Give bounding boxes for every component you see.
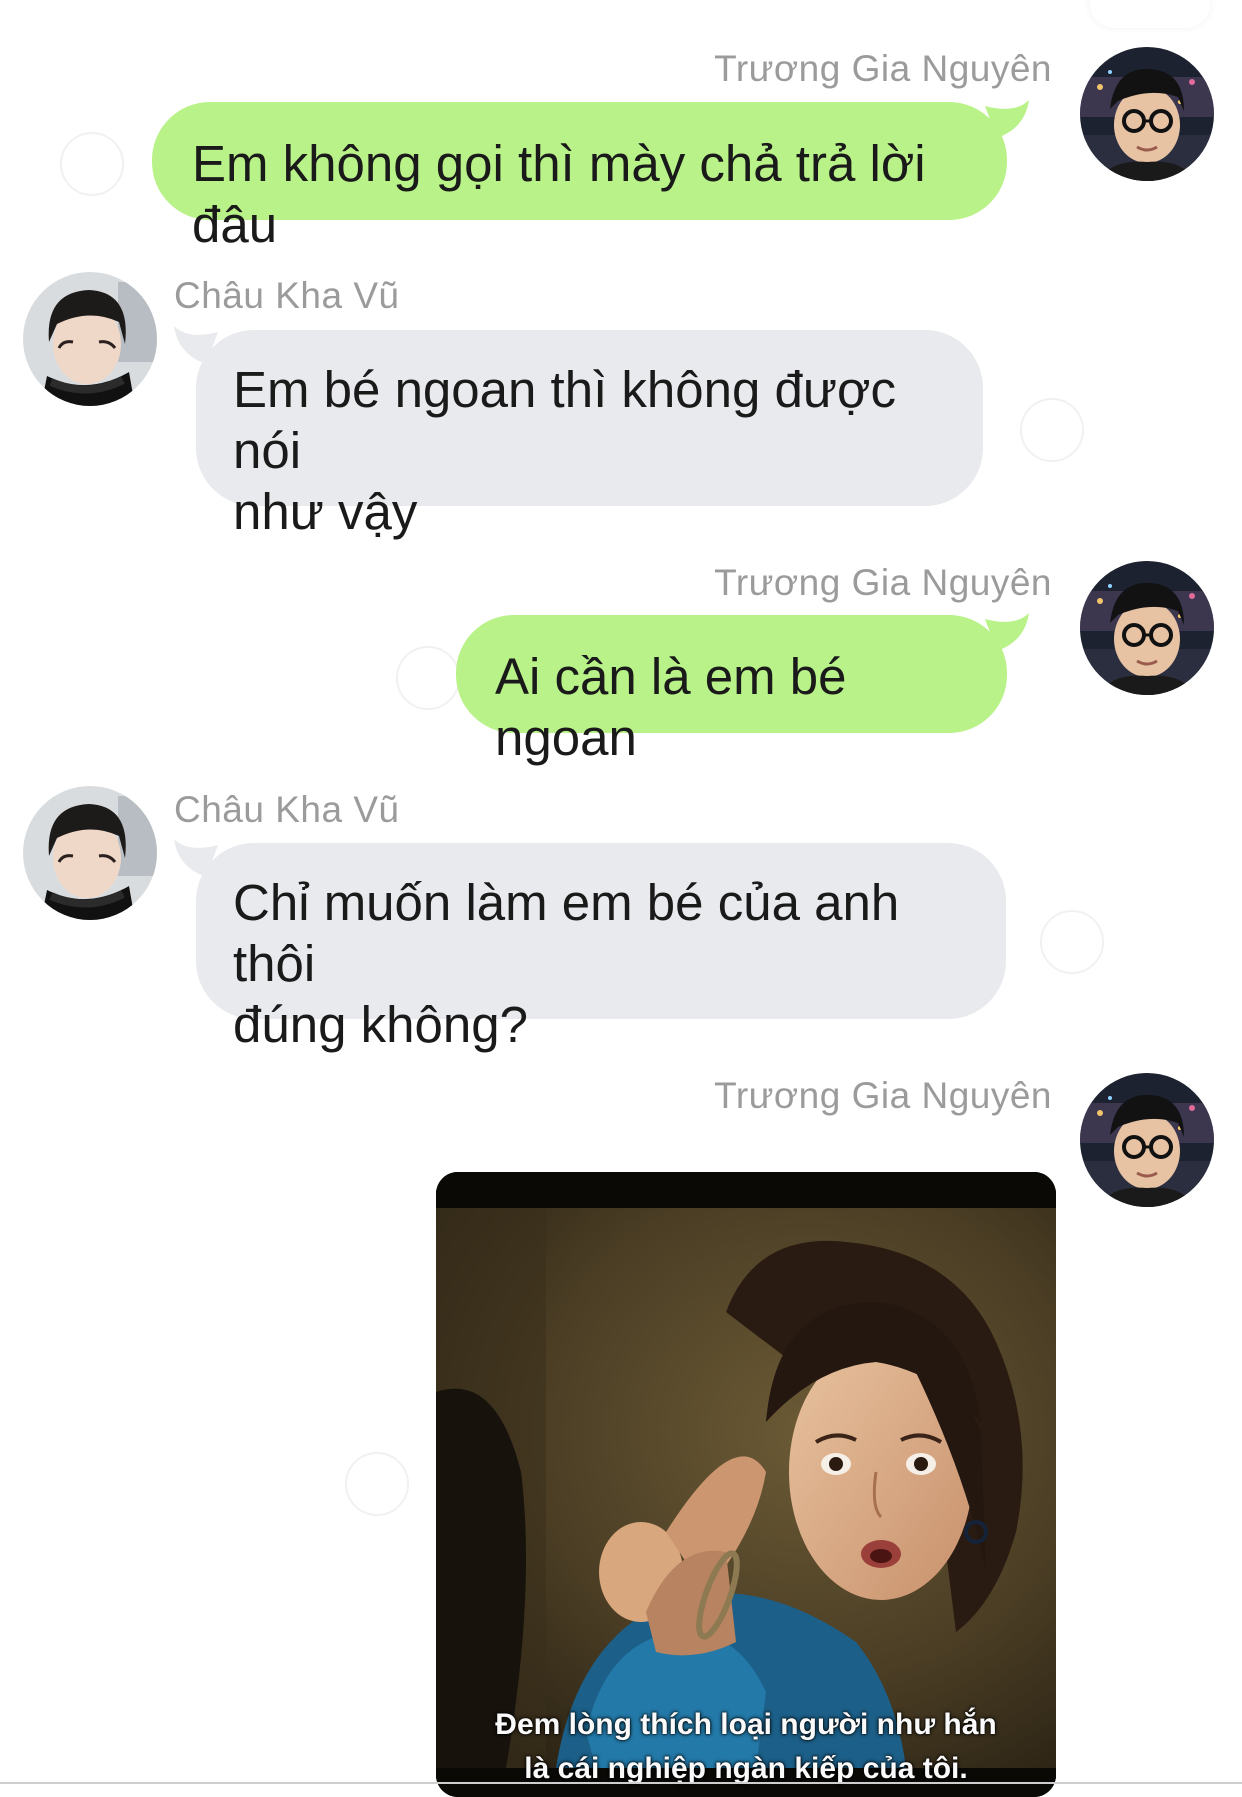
avatar[interactable] xyxy=(1080,561,1214,695)
divider xyxy=(0,1782,1242,1784)
message-text-line: Chỉ muốn làm em bé của anh thôi xyxy=(233,874,900,992)
avatar[interactable] xyxy=(1080,1073,1214,1207)
bubble-tail xyxy=(985,613,1029,651)
sender-name: Trương Gia Nguyên xyxy=(714,1075,1052,1116)
clock-icon[interactable] xyxy=(345,1452,409,1516)
avatar-masked-man-icon xyxy=(23,272,157,406)
avatar-glasses-man-icon xyxy=(1080,1073,1214,1207)
plus-icon[interactable] xyxy=(1040,910,1104,974)
message-text: Ai cần là em bé ngoan xyxy=(495,648,847,766)
image-message[interactable]: Đem lòng thích loại người như hắn là cái… xyxy=(436,1172,1056,1797)
plus-icon[interactable] xyxy=(1020,398,1084,462)
subtitle-line: là cái nghiệp ngàn kiếp của tôi. xyxy=(524,1752,968,1785)
avatar-glasses-man-icon xyxy=(1080,47,1214,181)
avatar[interactable] xyxy=(1080,47,1214,181)
avatar-glasses-man-icon xyxy=(1080,561,1214,695)
sender-name: Châu Kha Vũ xyxy=(174,789,400,830)
message-text: Em không gọi thì mày chả trả lời đâu xyxy=(192,135,926,253)
message-bubble[interactable]: Chỉ muốn làm em bé của anh thôi đúng khô… xyxy=(196,843,1006,1053)
sender-name: Trương Gia Nguyên xyxy=(714,48,1052,89)
message-bubble[interactable]: Ai cần là em bé ngoan xyxy=(456,615,1007,766)
bubble-tail xyxy=(985,100,1029,138)
message-text-line: như vậy xyxy=(233,483,418,540)
message-text-line: đúng không? xyxy=(233,996,528,1053)
plus-icon[interactable] xyxy=(60,132,124,196)
message-bubble[interactable]: Em bé ngoan thì không được nói như vậy xyxy=(196,330,983,540)
avatar[interactable] xyxy=(23,786,157,920)
avatar[interactable] xyxy=(23,272,157,406)
message-bubble[interactable]: Em không gọi thì mày chả trả lời đâu xyxy=(152,102,1007,253)
avatar-masked-man-icon xyxy=(23,786,157,920)
sender-name: Châu Kha Vũ xyxy=(174,275,400,316)
sender-name: Trương Gia Nguyên xyxy=(714,562,1052,603)
plus-icon[interactable] xyxy=(396,646,460,710)
message-text-line: Em bé ngoan thì không được nói xyxy=(233,361,896,479)
previous-message-stub xyxy=(1090,0,1210,28)
subtitle-line: Đem lòng thích loại người như hắn xyxy=(495,1708,997,1741)
